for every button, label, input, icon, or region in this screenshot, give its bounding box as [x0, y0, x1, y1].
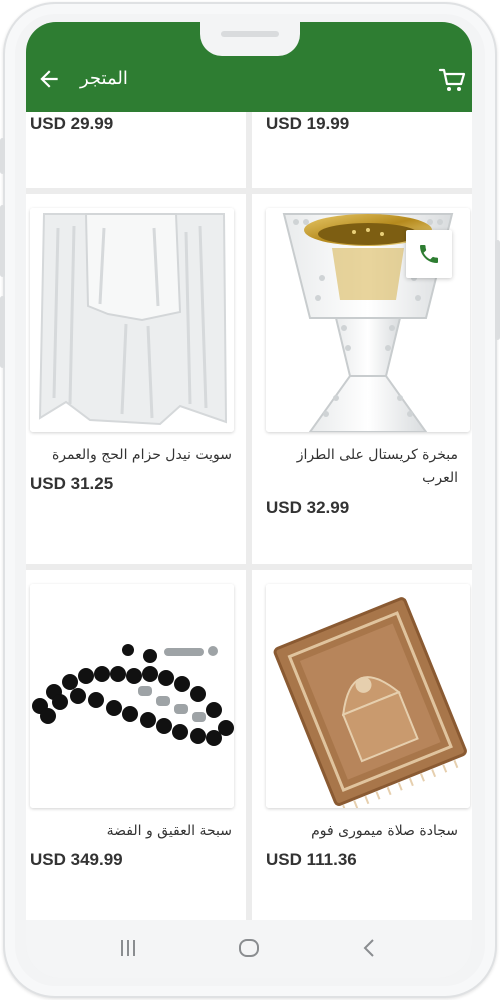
product-name: سويت نيدل حزام الحج والعمرة — [51, 447, 232, 463]
back-icon — [363, 939, 374, 957]
page-title: المتجر — [80, 68, 128, 89]
home-icon — [239, 939, 259, 957]
recent-apps-button[interactable] — [116, 936, 140, 960]
product-image — [266, 584, 470, 808]
product-price: USD 29.99 — [30, 114, 114, 133]
product-price: USD 349.99 — [30, 850, 123, 869]
speaker-grille — [221, 31, 279, 37]
home-button[interactable] — [237, 936, 261, 960]
product-card[interactable]: مبخرة كريستال على الطراز العرب USD 32.99 — [252, 194, 472, 564]
shopping-cart-icon — [438, 68, 466, 91]
product-card[interactable]: سجادة صلاة ميمورى فوم USD 111.36 — [252, 570, 472, 920]
back-button[interactable] — [36, 66, 62, 92]
product-name: سجادة صلاة ميمورى فوم — [311, 823, 458, 839]
recent-apps-icon — [121, 940, 135, 956]
arrow-left-icon — [40, 70, 58, 88]
system-nav-bar — [26, 920, 472, 978]
product-price: USD 111.36 — [266, 850, 357, 869]
prayer-beads-image — [30, 584, 234, 808]
product-card[interactable]: سويت نيدل حزام الحج والعمرة USD 31.25 — [26, 194, 246, 564]
side-button — [0, 205, 5, 277]
product-name: سبحة العقيق و الفضة — [106, 823, 232, 839]
prayer-rug-image — [266, 584, 470, 808]
product-card[interactable]: USD 29.99 — [26, 112, 246, 188]
product-grid: USD 19.99 USD 29.99 مبخرة كريستال على ال… — [26, 112, 472, 920]
call-button[interactable] — [406, 230, 452, 278]
product-card[interactable]: سبحة العقيق و الفضة USD 349.99 — [26, 570, 246, 920]
ihram-towel-image — [30, 208, 234, 432]
nav-back-button[interactable] — [358, 936, 382, 960]
product-image — [30, 208, 234, 432]
screen: USD 19.99 USD 29.99 مبخرة كريستال على ال… — [26, 22, 472, 978]
cart-button[interactable] — [438, 66, 466, 94]
app-bar: المتجر — [26, 22, 472, 112]
product-price: USD 31.25 — [30, 474, 114, 493]
phone-icon — [420, 245, 438, 263]
side-button — [0, 296, 5, 368]
product-price: USD 32.99 — [266, 498, 350, 517]
product-image — [30, 584, 234, 808]
product-card[interactable]: USD 19.99 — [252, 112, 472, 188]
camera-notch — [200, 22, 300, 56]
side-button — [0, 138, 5, 174]
side-button — [495, 240, 500, 340]
product-name: مبخرة كريستال على الطراز العرب — [296, 447, 458, 486]
product-price: USD 19.99 — [266, 114, 350, 133]
